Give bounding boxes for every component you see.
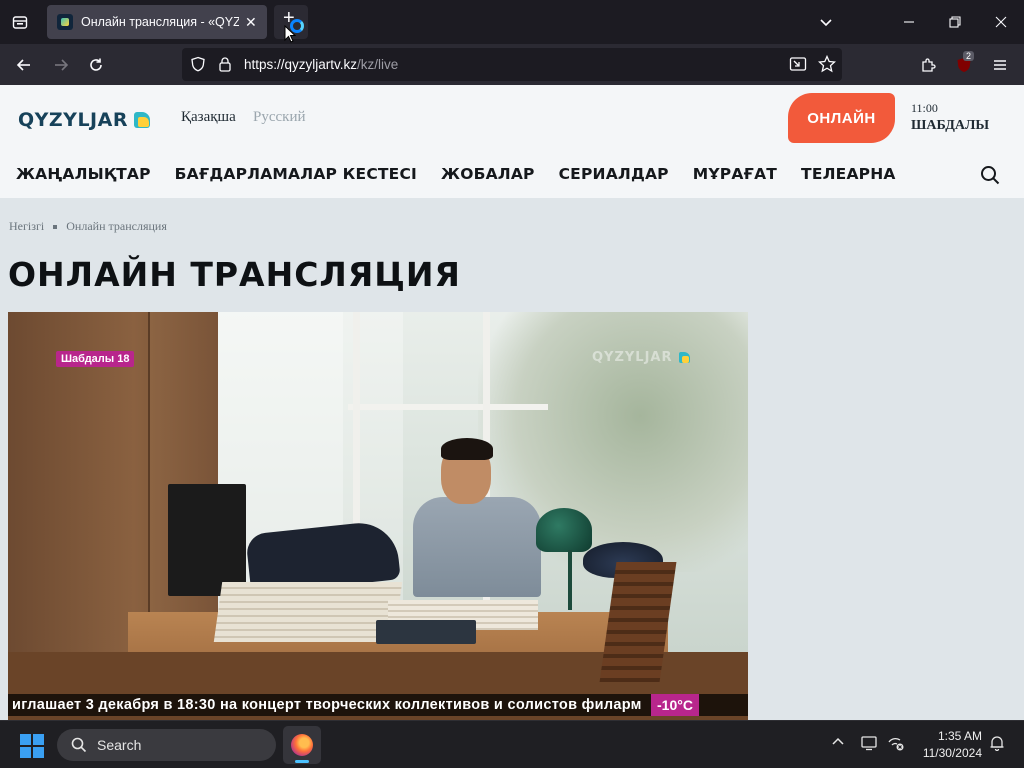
lock-icon[interactable]: [218, 56, 232, 77]
video-scene-lamp: [536, 508, 592, 552]
temperature-badge: -10°C: [651, 694, 699, 716]
watermark-logo-icon: [678, 352, 690, 363]
video-scene-lamp-stem: [568, 550, 572, 610]
close-icon: [995, 16, 1007, 28]
notification-bell-icon[interactable]: [989, 735, 1005, 754]
address-bar[interactable]: https://qyzyljartv.kz/kz/live: [182, 48, 842, 81]
live-video-player[interactable]: Шабдалы 18 QYZYLJAR иглашает 3 декабря в…: [8, 312, 748, 720]
breadcrumb-current: Онлайн трансляция: [66, 219, 167, 233]
video-scene-window-frame: [348, 404, 548, 410]
web-page: QYZYLJAR Қазақша Русский ОНЛАЙН 11:00 ША…: [0, 85, 1024, 720]
forward-button[interactable]: [46, 50, 76, 80]
shield-icon[interactable]: [190, 56, 206, 77]
logo-mark-icon: [133, 112, 150, 128]
ticker-text: иглашает 3 декабря в 18:30 на концерт тв…: [12, 697, 642, 713]
firefox-icon: [291, 734, 313, 756]
site-logo[interactable]: QYZYLJAR: [18, 109, 150, 131]
schedule-time: 11:00: [911, 101, 938, 115]
active-tab[interactable]: Онлайн трансляция - «QYZYL ✕: [47, 5, 267, 39]
close-tab-icon[interactable]: ✕: [245, 14, 257, 31]
channel-watermark: QYZYLJAR: [592, 350, 690, 365]
site-favicon-icon: [57, 14, 73, 30]
show-hidden-icons-chevron-up-icon[interactable]: [831, 735, 845, 752]
breadcrumb-separator: [53, 224, 58, 229]
video-scene-papers: [213, 582, 403, 642]
breadcrumb: Негізгі Онлайн трансляция: [9, 219, 167, 234]
minimize-window-button[interactable]: [886, 0, 932, 44]
search-icon: [71, 737, 87, 753]
hamburger-menu-icon: [994, 60, 1006, 70]
display-icon[interactable]: [861, 735, 879, 754]
program-badge: Шабдалы 18: [56, 351, 135, 367]
bookmark-star-icon[interactable]: [817, 54, 837, 78]
back-button[interactable]: [9, 50, 39, 80]
page-title: ОНЛАЙН ТРАНСЛЯЦИЯ: [8, 255, 461, 294]
arrow-right-icon: [55, 59, 69, 71]
extensions-button[interactable]: [913, 50, 943, 80]
windows-taskbar: Search 1:35 AM 11/30/2024: [0, 720, 1024, 768]
chevron-down-icon[interactable]: [812, 10, 840, 34]
schedule-program-name[interactable]: ШАБДАЛЫ: [911, 118, 989, 134]
news-ticker: иглашает 3 декабря в 18:30 на концерт тв…: [8, 694, 748, 716]
taskbar-clock-time[interactable]: 1:35 AM: [930, 729, 982, 743]
taskbar-clock-date[interactable]: 11/30/2024: [914, 746, 982, 760]
close-window-button[interactable]: [978, 0, 1024, 44]
reload-icon: [90, 58, 102, 71]
menu-item-schedule[interactable]: БАҒДАРЛАМАЛАР КЕСТЕСІ: [175, 165, 417, 183]
menu-item-series[interactable]: СЕРИАЛДАР: [559, 165, 669, 183]
main-menu: ЖАҢАЛЫҚТАР БАҒДАРЛАМАЛАР КЕСТЕСІ ЖОБАЛАР…: [16, 165, 920, 183]
puzzle-icon: [922, 58, 936, 72]
tab-title: Онлайн трансляция - «QYZYL: [81, 15, 239, 29]
search-icon[interactable]: [980, 165, 1000, 185]
browser-navigation-bar: https://qyzyljartv.kz/kz/live: [0, 44, 1024, 85]
menu-item-channel[interactable]: ТЕЛЕАРНА: [801, 165, 896, 183]
breadcrumb-home-link[interactable]: Негізгі: [9, 219, 44, 234]
list-all-tabs-icon[interactable]: [6, 8, 34, 36]
app-menu-button[interactable]: [985, 50, 1015, 80]
picture-in-picture-icon[interactable]: [789, 56, 807, 77]
video-scene-folder: [376, 620, 476, 644]
minimize-icon: [904, 21, 914, 23]
url-path: /kz/live: [357, 57, 399, 72]
taskbar-search-box[interactable]: Search: [57, 729, 276, 761]
restore-icon: [949, 16, 961, 28]
site-header: QYZYLJAR Қазақша Русский ОНЛАЙН 11:00 ША…: [0, 85, 1024, 198]
browser-tab-strip: Онлайн трансляция - «QYZYL ✕ +: [0, 0, 1024, 44]
online-live-button[interactable]: ОНЛАЙН: [788, 93, 895, 143]
video-scene-officer: [403, 438, 543, 602]
video-scene-monitor: [168, 484, 246, 596]
arrow-left-icon: [16, 59, 30, 71]
restore-window-button[interactable]: [932, 0, 978, 44]
windows-start-icon[interactable]: [20, 734, 44, 758]
taskbar-search-label: Search: [97, 737, 142, 753]
language-kazakh-link[interactable]: Қазақша: [181, 109, 236, 126]
extension-count-badge: 2: [963, 51, 975, 61]
watermark-text: QYZYLJAR: [592, 350, 673, 365]
menu-item-archive[interactable]: МҰРАҒАТ: [693, 165, 777, 183]
active-app-indicator: [295, 760, 309, 763]
url-text[interactable]: https://qyzyljartv.kz/kz/live: [244, 57, 398, 72]
network-disconnected-icon[interactable]: [887, 735, 905, 754]
reload-button[interactable]: [81, 50, 111, 80]
menu-item-news[interactable]: ЖАҢАЛЫҚТАР: [16, 165, 151, 183]
menu-item-projects[interactable]: ЖОБАЛАР: [441, 165, 535, 183]
url-host: https://qyzyljartv.kz: [244, 57, 358, 72]
language-russian-link[interactable]: Русский: [253, 109, 306, 126]
taskbar-firefox-button[interactable]: [283, 726, 321, 764]
logo-text: QYZYLJAR: [18, 109, 128, 131]
